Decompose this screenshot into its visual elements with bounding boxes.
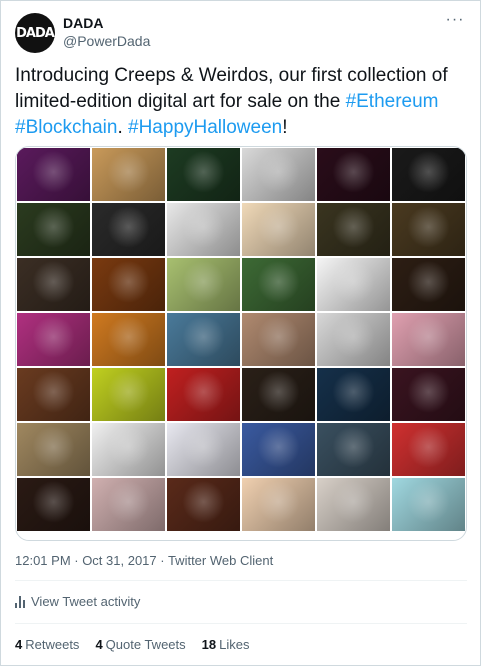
view-tweet-activity-link[interactable]: View Tweet activity — [15, 594, 140, 609]
artwork-tile — [167, 368, 240, 421]
artwork-tile — [317, 368, 390, 421]
tweet-timestamp[interactable]: 12:01 PM · Oct 31, 2017 · Twitter Web Cl… — [15, 553, 273, 568]
artwork-tile — [167, 258, 240, 311]
quote-tweets-stat[interactable]: 4 Quote Tweets — [95, 637, 185, 652]
tweet-text: Introducing Creeps & Weirdos, our first … — [15, 63, 467, 141]
divider — [15, 623, 467, 624]
tweet-text-part: . — [117, 117, 129, 138]
artwork-tile — [92, 368, 165, 421]
artwork-tile — [242, 423, 315, 476]
retweets-label: Retweets — [25, 637, 80, 652]
artwork-tile — [92, 313, 165, 366]
artwork-tile — [242, 148, 315, 201]
likes-label: Likes — [219, 637, 250, 652]
artwork-tile — [317, 423, 390, 476]
artwork-tile — [17, 258, 90, 311]
tweet-text-part: ! — [282, 117, 288, 138]
author-block[interactable]: DADA @PowerDada — [63, 14, 150, 50]
artwork-tile — [392, 313, 465, 366]
artwork-tile — [92, 478, 165, 531]
artwork-tile — [17, 368, 90, 421]
artwork-tile — [17, 203, 90, 256]
artwork-tile — [317, 203, 390, 256]
artwork-tile — [167, 478, 240, 531]
retweets-stat[interactable]: 4 Retweets — [15, 637, 79, 652]
artwork-tile — [242, 203, 315, 256]
author-handle[interactable]: @PowerDada — [63, 32, 150, 50]
artwork-tile — [242, 313, 315, 366]
artwork-tile — [242, 368, 315, 421]
artwork-tile — [392, 258, 465, 311]
tweet-header: DADA DADA @PowerDada ··· — [15, 12, 467, 53]
artwork-tile — [317, 313, 390, 366]
artwork-tile — [92, 148, 165, 201]
artwork-tile — [392, 203, 465, 256]
analytics-icon — [15, 595, 25, 608]
author-display-name[interactable]: DADA — [63, 14, 150, 32]
artwork-tile — [392, 368, 465, 421]
artwork-tile — [167, 423, 240, 476]
artwork-tile — [92, 258, 165, 311]
tweet-card: DADA DADA @PowerDada ··· Introducing Cre… — [0, 0, 481, 666]
artwork-tile — [17, 313, 90, 366]
artwork-tile — [392, 423, 465, 476]
divider — [15, 580, 467, 581]
artwork-grid — [16, 147, 466, 532]
hashtag-happyhalloween[interactable]: #HappyHalloween — [128, 117, 282, 138]
artwork-tile — [167, 313, 240, 366]
tweet-media-image[interactable] — [15, 146, 467, 541]
artwork-tile — [167, 203, 240, 256]
artwork-tile — [92, 423, 165, 476]
artwork-tile — [392, 478, 465, 531]
artwork-tile — [167, 148, 240, 201]
artwork-tile — [317, 258, 390, 311]
artwork-tile — [242, 258, 315, 311]
view-tweet-activity-label: View Tweet activity — [31, 594, 141, 609]
artwork-tile — [317, 148, 390, 201]
avatar-logo: DADA — [16, 25, 55, 41]
artwork-tile — [92, 203, 165, 256]
quote-tweets-label: Quote Tweets — [105, 637, 186, 652]
artwork-tile — [317, 478, 390, 531]
artwork-tile — [17, 478, 90, 531]
more-options-icon[interactable]: ··· — [443, 12, 467, 33]
artwork-tile — [392, 148, 465, 201]
artwork-tile — [242, 478, 315, 531]
avatar[interactable]: DADA — [15, 13, 55, 53]
quote-tweets-count: 4 — [95, 637, 103, 652]
tweet-stats: 4 Retweets 4 Quote Tweets 18 Likes — [15, 637, 249, 652]
artwork-tile — [17, 148, 90, 201]
hashtag-blockchain[interactable]: #Blockchain — [15, 117, 117, 138]
hashtag-ethereum[interactable]: #Ethereum — [346, 91, 439, 112]
likes-stat[interactable]: 18 Likes — [202, 637, 250, 652]
artwork-tile — [17, 423, 90, 476]
retweets-count: 4 — [15, 637, 23, 652]
likes-count: 18 — [201, 637, 217, 652]
